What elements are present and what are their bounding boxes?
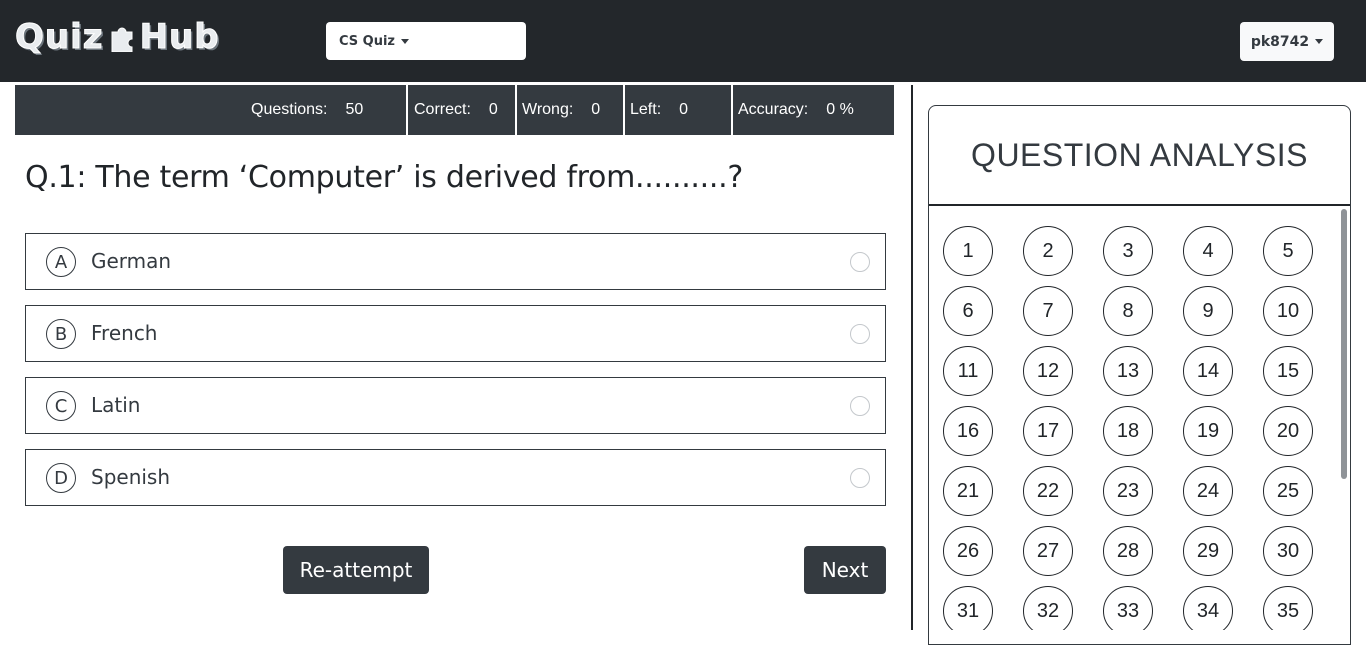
stat-wrong-value: 0 [591,101,601,118]
quiz-category-label: CS Quiz [339,33,395,49]
username-label: pk8742 [1250,33,1310,50]
question-number-30[interactable]: 30 [1263,526,1313,576]
stat-wrong: Wrong: 0 [522,85,600,135]
quizhub-logo[interactable]: Quiz Hub [15,14,220,60]
question-number-9[interactable]: 9 [1183,286,1233,336]
question-number-34[interactable]: 34 [1183,586,1233,630]
question-number-20[interactable]: 20 [1263,406,1313,456]
question-number-17[interactable]: 17 [1023,406,1073,456]
question-number-28[interactable]: 28 [1103,526,1153,576]
option-letter: A [46,247,76,277]
question-number-15[interactable]: 15 [1263,346,1313,396]
stats-divider [623,85,625,135]
question-number-21[interactable]: 21 [943,466,993,516]
reattempt-button[interactable]: Re-attempt [283,546,429,594]
question-number-grid: 1 2 3 4 5 6 7 8 9 10 11 12 13 14 15 16 17 18 19 20 21 22 23 24 2… [928,206,1338,630]
question-number-7[interactable]: 7 [1023,286,1073,336]
stats-divider [515,85,517,135]
stats-divider [406,85,408,135]
quiz-category-dropdown[interactable]: CS Quiz [326,22,526,60]
question-number-14[interactable]: 14 [1183,346,1233,396]
option-b[interactable]: B French [25,305,886,362]
stat-accuracy-label: Accuracy: [738,101,809,118]
question-number-19[interactable]: 19 [1183,406,1233,456]
option-letter: C [46,391,76,421]
question-number-32[interactable]: 32 [1023,586,1073,630]
question-number-24[interactable]: 24 [1183,466,1233,516]
option-text: Spenish [91,465,171,489]
option-radio[interactable] [850,468,870,488]
question-number-5[interactable]: 5 [1263,226,1313,276]
question-number-2[interactable]: 2 [1023,226,1073,276]
stat-left-value: 0 [679,101,689,118]
stat-wrong-label: Wrong: [522,101,574,118]
option-a[interactable]: A German [25,233,886,290]
option-text: French [91,321,158,345]
question-number-27[interactable]: 27 [1023,526,1073,576]
stat-correct-value: 0 [488,101,498,118]
question-number-3[interactable]: 3 [1103,226,1153,276]
question-number-26[interactable]: 26 [943,526,993,576]
question-number-1[interactable]: 1 [943,226,993,276]
question-number-16[interactable]: 16 [943,406,993,456]
column-separator [911,85,913,630]
option-text: Latin [91,393,141,417]
question-number-12[interactable]: 12 [1023,346,1073,396]
stat-accuracy: Accuracy: 0 % [738,85,854,135]
question-number-13[interactable]: 13 [1103,346,1153,396]
option-d[interactable]: D Spenish [25,449,886,506]
question-number-33[interactable]: 33 [1103,586,1153,630]
puzzle-piece-icon [108,22,136,53]
stats-divider [731,85,733,135]
option-text: German [91,249,172,273]
question-number-18[interactable]: 18 [1103,406,1153,456]
option-radio[interactable] [850,396,870,416]
stat-correct-label: Correct: [414,101,471,118]
option-radio[interactable] [850,324,870,344]
stat-left-label: Left: [630,101,662,118]
caret-down-icon [401,38,409,44]
top-navbar: Quiz Hub CS Quiz pk8742 [0,0,1366,82]
option-radio[interactable] [850,252,870,272]
stat-left: Left: 0 [630,85,688,135]
question-number-8[interactable]: 8 [1103,286,1153,336]
logo-text-hub: Hub [139,17,220,58]
quiz-stats-bar: Questions: 50 Correct: 0 Wrong: 0 Left: … [15,85,894,135]
option-c[interactable]: C Latin [25,377,886,434]
question-number-31[interactable]: 31 [943,586,993,630]
question-number-4[interactable]: 4 [1183,226,1233,276]
question-number-29[interactable]: 29 [1183,526,1233,576]
next-button[interactable]: Next [804,546,886,594]
option-letter: D [46,463,76,493]
stat-questions-value: 50 [345,101,364,118]
panel-title: QUESTION ANALYSIS [929,106,1350,206]
question-number-23[interactable]: 23 [1103,466,1153,516]
stat-questions-label: Questions: [251,101,328,118]
question-text: Q.1: The term ‘Computer’ is derived from… [25,160,744,195]
question-number-35[interactable]: 35 [1263,586,1313,630]
option-letter: B [46,319,76,349]
question-number-25[interactable]: 25 [1263,466,1313,516]
user-menu-button[interactable]: pk8742 [1240,22,1334,61]
question-number-6[interactable]: 6 [943,286,993,336]
caret-down-icon [1315,39,1324,44]
question-number-11[interactable]: 11 [943,346,993,396]
panel-scrollbar[interactable] [1341,209,1347,479]
logo-text-quiz: Quiz [15,17,104,58]
stat-questions: Questions: 50 [251,85,363,135]
question-number-22[interactable]: 22 [1023,466,1073,516]
stat-accuracy-value: 0 % [826,101,854,118]
question-number-10[interactable]: 10 [1263,286,1313,336]
stat-correct: Correct: 0 [414,85,498,135]
